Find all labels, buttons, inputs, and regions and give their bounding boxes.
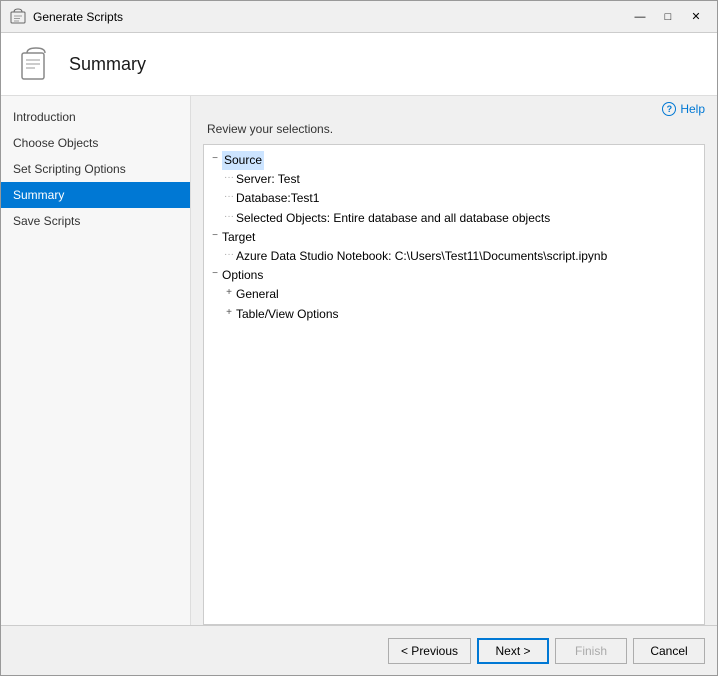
tree-label-target: Target — [222, 228, 255, 247]
header-icon — [17, 45, 55, 83]
finish-button[interactable]: Finish — [555, 638, 627, 664]
tree-toggle-options[interactable]: − — [208, 266, 222, 282]
tree-label-notebook: Azure Data Studio Notebook: C:\Users\Tes… — [236, 247, 607, 266]
generate-scripts-window: Generate Scripts — □ ✕ Summary Introduct… — [0, 0, 718, 676]
sidebar-item-summary[interactable]: Summary — [1, 182, 190, 208]
tree-node-source: − Source — [208, 151, 700, 170]
next-button[interactable]: Next > — [477, 638, 549, 664]
tree-connector-notebook: ··· — [222, 247, 236, 263]
tree-node-notebook: ··· Azure Data Studio Notebook: C:\Users… — [208, 247, 700, 266]
window-header: Summary — [1, 33, 717, 96]
tree-label-options: Options — [222, 266, 263, 285]
header-title: Summary — [69, 54, 146, 75]
help-bar: ? Help — [191, 96, 717, 122]
tree-node-selected-objects: ··· Selected Objects: Entire database an… — [208, 209, 700, 228]
tree-toggle-target[interactable]: − — [208, 228, 222, 244]
sidebar-item-set-scripting-options[interactable]: Set Scripting Options — [1, 156, 190, 182]
title-bar-controls: — □ ✕ — [627, 7, 709, 27]
footer: < Previous Next > Finish Cancel — [1, 625, 717, 675]
tree-toggle-table-view[interactable]: + — [222, 305, 236, 321]
maximize-button[interactable]: □ — [655, 7, 681, 27]
title-bar: Generate Scripts — □ ✕ — [1, 1, 717, 33]
tree-panel[interactable]: − Source ··· Server: Test ··· Database:T… — [203, 144, 705, 625]
tree-connector-server: ··· — [222, 170, 236, 186]
minimize-button[interactable]: — — [627, 7, 653, 27]
cancel-button[interactable]: Cancel — [633, 638, 705, 664]
sidebar-item-introduction[interactable]: Introduction — [1, 104, 190, 130]
tree-toggle-source[interactable]: − — [208, 151, 222, 167]
tree-node-options: − Options — [208, 266, 700, 285]
tree-connector-selected-objects: ··· — [222, 209, 236, 225]
sidebar: Introduction Choose Objects Set Scriptin… — [1, 96, 191, 625]
tree-toggle-general[interactable]: + — [222, 285, 236, 301]
tree-label-table-view: Table/View Options — [236, 305, 339, 324]
tree-node-general: + General — [208, 285, 700, 304]
tree-label-selected-objects: Selected Objects: Entire database and al… — [236, 209, 550, 228]
tree-label-general: General — [236, 285, 279, 304]
tree-node-table-view-options: + Table/View Options — [208, 305, 700, 324]
window-body: Introduction Choose Objects Set Scriptin… — [1, 96, 717, 625]
sidebar-item-choose-objects[interactable]: Choose Objects — [1, 130, 190, 156]
review-label: Review your selections. — [191, 122, 717, 144]
tree-label-server: Server: Test — [236, 170, 300, 189]
help-link[interactable]: ? Help — [662, 102, 705, 116]
tree-node-target: − Target — [208, 228, 700, 247]
tree-node-server: ··· Server: Test — [208, 170, 700, 189]
previous-button[interactable]: < Previous — [388, 638, 471, 664]
sidebar-item-save-scripts[interactable]: Save Scripts — [1, 208, 190, 234]
tree-node-database: ··· Database:Test1 — [208, 189, 700, 208]
main-content: ? Help Review your selections. − Source … — [191, 96, 717, 625]
close-button[interactable]: ✕ — [683, 7, 709, 27]
tree-connector-database: ··· — [222, 189, 236, 205]
window-icon — [9, 8, 27, 26]
help-icon: ? — [662, 102, 676, 116]
title-bar-text: Generate Scripts — [33, 10, 627, 24]
tree-label-database: Database:Test1 — [236, 189, 319, 208]
tree-label-source: Source — [222, 151, 264, 170]
